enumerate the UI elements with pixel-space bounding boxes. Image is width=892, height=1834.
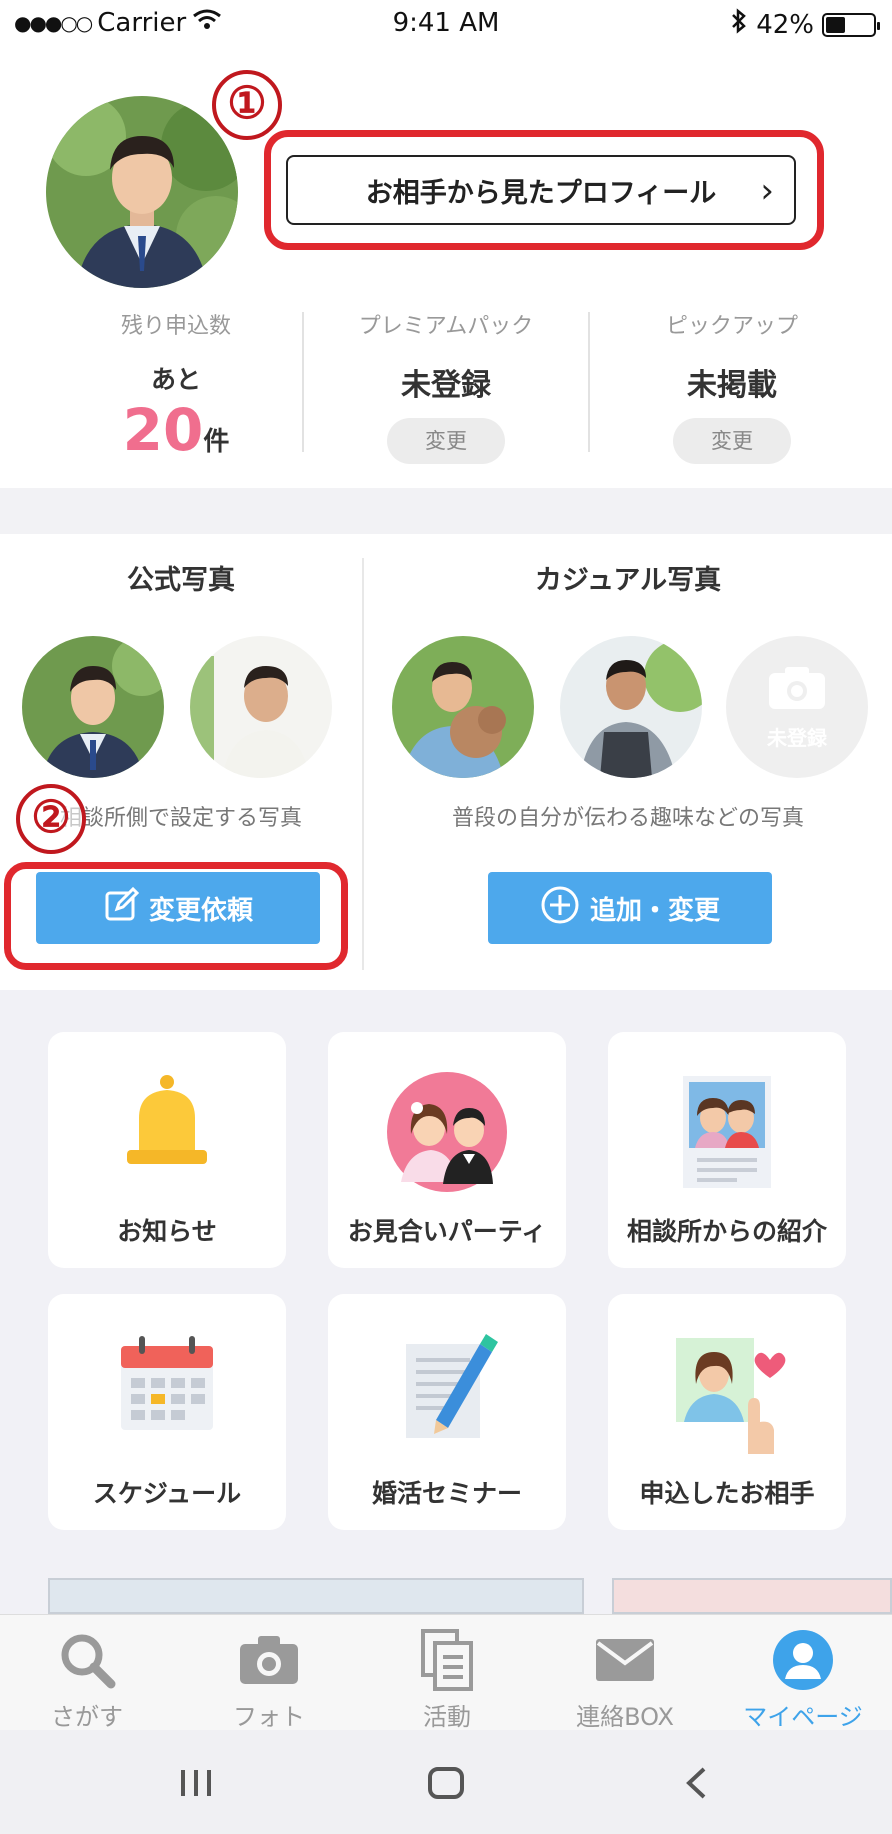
plus-circle-icon	[540, 885, 580, 932]
system-nav-bar	[0, 1730, 892, 1834]
seminar-icon	[328, 1334, 566, 1454]
casual-photos-caption: 普段の自分が伝わる趣味などの写真	[451, 806, 804, 831]
menu-label: 婚活セミナー	[371, 1479, 522, 1508]
battery-icon	[822, 12, 880, 37]
official-photos-title: 公式写真	[127, 565, 235, 596]
annotation-marker-2: ②	[16, 784, 86, 854]
chevron-right-icon: ›	[760, 171, 774, 211]
stat-label: プレミアムパック	[358, 314, 534, 339]
stat-label: ピックアップ	[665, 314, 798, 339]
menu-label: お知らせ	[117, 1217, 217, 1246]
premium-pack-change-button[interactable]: 変更	[387, 418, 505, 464]
add-change-button[interactable]: 追加・変更	[488, 872, 772, 944]
tab-activity[interactable]: 活動	[372, 1629, 522, 1732]
banner-2[interactable]	[612, 1578, 892, 1614]
menu-tile-schedule[interactable]: スケジュール	[48, 1294, 286, 1530]
premium-pack-status: 未登録	[401, 368, 491, 403]
remaining-count: 20	[122, 396, 204, 464]
menu-tile-seminar[interactable]: 婚活セミナー	[328, 1294, 566, 1530]
stat-divider	[302, 312, 304, 452]
view-as-partner-button[interactable]: お相手から見たプロフィール ›	[286, 155, 796, 225]
menu-label: 相談所からの紹介	[626, 1217, 827, 1246]
menu-tile-notifications[interactable]: お知らせ	[48, 1032, 286, 1268]
tab-search[interactable]: さがす	[12, 1629, 162, 1732]
tab-label: マイページ	[743, 1703, 863, 1731]
stat-divider	[588, 312, 590, 452]
search-icon	[12, 1629, 162, 1691]
casual-photo-2[interactable]	[560, 636, 702, 778]
camera-icon	[194, 1629, 344, 1691]
recent-apps-icon[interactable]	[166, 1758, 226, 1808]
applied-partner-icon	[608, 1334, 846, 1454]
menu-label: お見合いパーティ	[347, 1217, 547, 1246]
mail-icon	[550, 1629, 700, 1691]
casual-photo-unregistered[interactable]: 未登録	[726, 636, 868, 778]
tab-mailbox[interactable]: 連絡BOX	[550, 1629, 700, 1732]
tab-label: さがす	[51, 1703, 123, 1731]
tab-label: フォト	[233, 1703, 305, 1731]
menu-tile-introduction[interactable]: 相談所からの紹介	[608, 1032, 846, 1268]
back-icon[interactable]	[666, 1758, 726, 1808]
photos-divider	[362, 558, 364, 970]
introduction-icon	[608, 1072, 846, 1192]
tab-label: 活動	[423, 1703, 471, 1731]
avatar[interactable]	[46, 96, 238, 288]
tab-label: 連絡BOX	[576, 1703, 674, 1731]
pickup: ピックアップ 未掲載 変更	[592, 308, 872, 464]
tab-photo[interactable]: フォト	[194, 1629, 344, 1732]
add-change-label: 追加・変更	[589, 895, 720, 926]
official-photo-1[interactable]	[22, 636, 164, 778]
banner-1[interactable]	[48, 1578, 584, 1614]
menu-label: スケジュール	[92, 1479, 242, 1508]
pickup-status: 未掲載	[687, 368, 777, 403]
annotation-marker-1: ①	[212, 70, 282, 140]
unregistered-label: 未登録	[767, 726, 827, 750]
bluetooth-icon	[730, 8, 748, 41]
documents-icon	[372, 1629, 522, 1691]
menu-tile-applied-partner[interactable]: 申込したお相手	[608, 1294, 846, 1530]
casual-photo-1[interactable]	[392, 636, 534, 778]
calendar-icon	[48, 1334, 286, 1454]
casual-photos-title: カジュアル写真	[534, 565, 722, 596]
user-icon	[728, 1629, 878, 1691]
camera-icon	[767, 663, 827, 716]
count-unit: 件	[203, 427, 230, 457]
home-icon[interactable]	[416, 1758, 476, 1808]
tab-bar: さがす フォト 活動 連絡BOX マイページ	[0, 1614, 892, 1732]
menu-label: 申込したお相手	[639, 1479, 815, 1508]
status-bar: ●●●○○ Carrier 9:41 AM 42%	[0, 0, 892, 48]
stat-label: 残り申込数	[120, 314, 231, 339]
menu-tile-party[interactable]: お見合いパーティ	[328, 1032, 566, 1268]
view-as-partner-label: お相手から見たプロフィール	[365, 177, 717, 209]
stat-prefix: あと	[150, 365, 201, 394]
tab-mypage[interactable]: マイページ	[728, 1629, 878, 1732]
battery-percent: 42%	[756, 9, 814, 40]
section-separator	[0, 488, 892, 534]
premium-pack: プレミアムパック 未登録 変更	[306, 308, 586, 464]
bell-icon	[48, 1072, 286, 1192]
couple-icon	[328, 1072, 566, 1192]
official-photo-2[interactable]	[190, 636, 332, 778]
pickup-change-button[interactable]: 変更	[673, 418, 791, 464]
highlight-outline-2	[4, 862, 348, 970]
remaining-applications: 残り申込数 あと 20件	[36, 308, 316, 464]
battery-fill	[826, 16, 845, 33]
